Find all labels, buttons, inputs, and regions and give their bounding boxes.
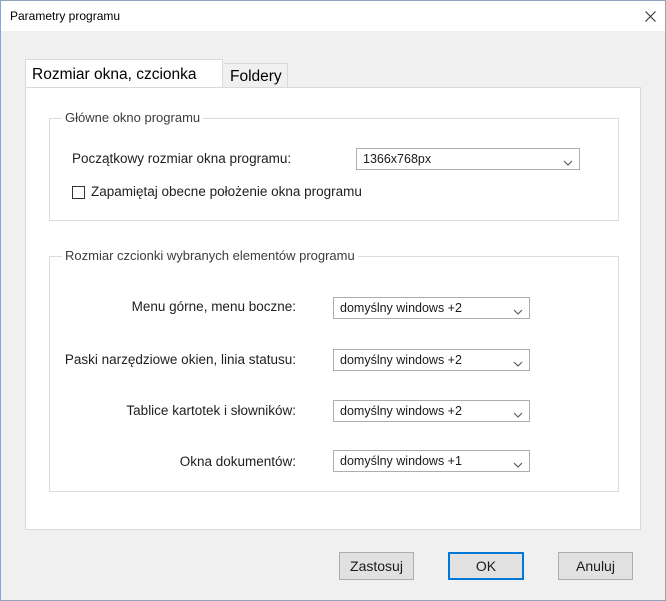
remember-position-checkbox[interactable] bbox=[72, 186, 85, 199]
font-size-group-title: Rozmiar czcionki wybranych elementów pro… bbox=[62, 248, 358, 263]
font-select-menu[interactable]: domyślny windows +2 bbox=[333, 297, 530, 319]
initial-size-select[interactable]: 1366x768px bbox=[356, 148, 580, 170]
font-select-toolbars[interactable]: domyślny windows +2 bbox=[333, 349, 530, 371]
initial-size-value: 1366x768px bbox=[363, 152, 432, 166]
chevron-down-icon bbox=[513, 355, 523, 367]
close-button[interactable] bbox=[635, 1, 665, 31]
font-select-documents-value: domyślny windows +1 bbox=[340, 454, 462, 468]
font-select-tables-value: domyślny windows +2 bbox=[340, 404, 462, 418]
close-icon bbox=[644, 10, 656, 22]
window-title: Parametry programu bbox=[10, 9, 121, 23]
font-select-toolbars-value: domyślny windows +2 bbox=[340, 353, 462, 367]
font-row-label-toolbars: Paski narzędziowe okien, linia statusu: bbox=[64, 352, 296, 367]
main-window-group-title: Główne okno programu bbox=[62, 110, 204, 125]
dialog-window: Parametry programu Rozmiar okna, czcionk… bbox=[0, 0, 666, 601]
font-select-documents[interactable]: domyślny windows +1 bbox=[333, 450, 530, 472]
cancel-button[interactable]: Anuluj bbox=[558, 552, 633, 580]
ok-button[interactable]: OK bbox=[448, 552, 524, 580]
chevron-down-icon bbox=[513, 456, 523, 468]
tab-panel: Główne okno programu Początkowy rozmiar … bbox=[25, 87, 641, 530]
apply-button[interactable]: Zastosuj bbox=[339, 552, 414, 580]
font-select-menu-value: domyślny windows +2 bbox=[340, 301, 462, 315]
font-select-tables[interactable]: domyślny windows +2 bbox=[333, 400, 530, 422]
title-bar: Parametry programu bbox=[1, 1, 665, 31]
tab-window-font[interactable]: Rozmiar okna, czcionka bbox=[25, 59, 223, 87]
chevron-down-icon bbox=[513, 303, 523, 315]
font-row-label-documents: Okna dokumentów: bbox=[179, 454, 296, 469]
remember-position-label: Zapamiętaj obecne położenie okna program… bbox=[91, 184, 362, 199]
font-row-label-menu: Menu górne, menu boczne: bbox=[131, 299, 296, 314]
font-row-label-tables: Tablice kartotek i słowników: bbox=[126, 403, 296, 418]
chevron-down-icon bbox=[513, 406, 523, 418]
chevron-down-icon bbox=[563, 154, 573, 166]
font-size-group: Rozmiar czcionki wybranych elementów pro… bbox=[49, 248, 619, 492]
main-window-group: Główne okno programu Początkowy rozmiar … bbox=[49, 110, 619, 221]
initial-size-label: Początkowy rozmiar okna programu: bbox=[72, 151, 292, 166]
tab-folders[interactable]: Foldery bbox=[224, 63, 288, 88]
